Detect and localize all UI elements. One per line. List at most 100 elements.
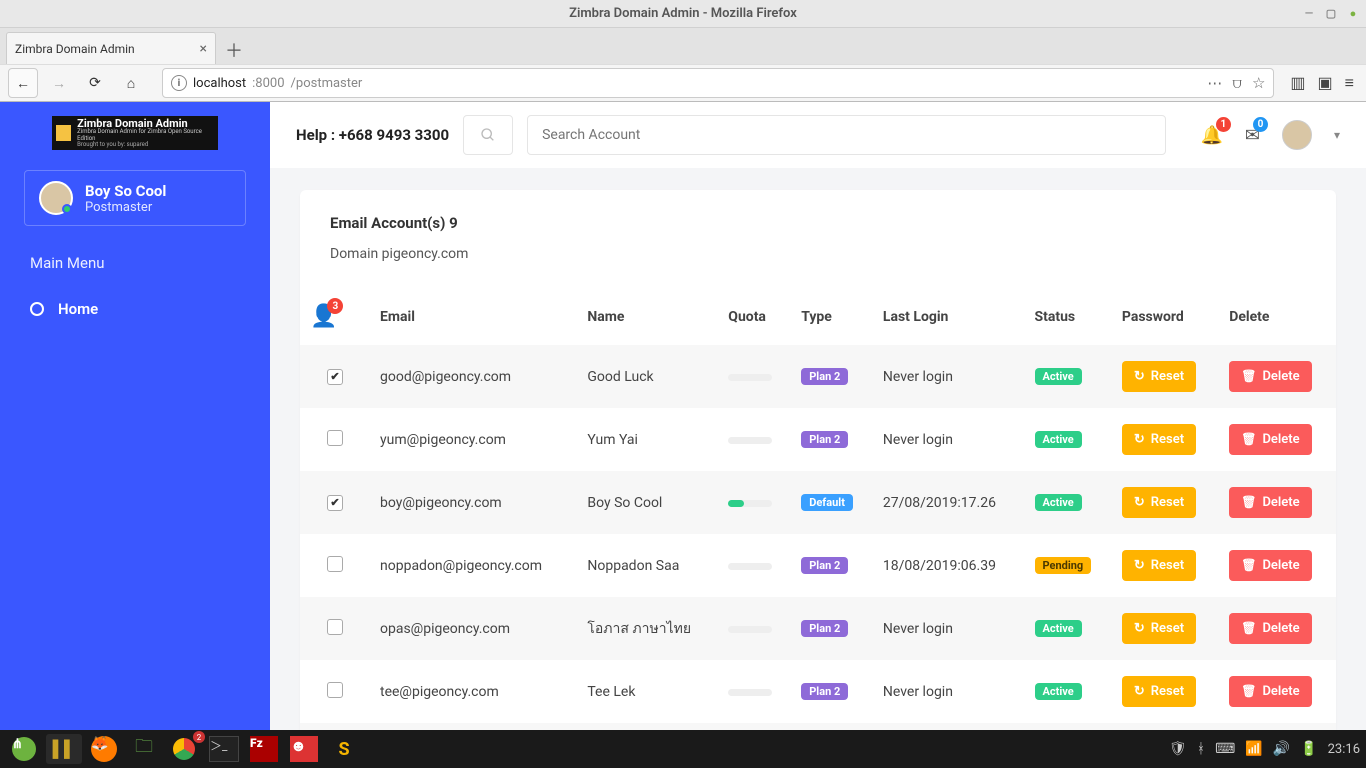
battery-icon[interactable]: 🔋	[1300, 741, 1317, 757]
bookmark-star-icon[interactable]: ☆	[1252, 74, 1265, 92]
new-tab-button[interactable]: ＋	[220, 36, 248, 64]
site-info-icon[interactable]: i	[171, 75, 187, 91]
reset-button[interactable]: Reset	[1122, 613, 1196, 644]
search-input[interactable]	[527, 115, 1166, 155]
row-checkbox[interactable]	[327, 430, 343, 446]
pocket-icon[interactable]: ⩌	[1232, 74, 1242, 92]
table-row: youme@pigeoncy.comYou มีPlan 2Never logi…	[300, 723, 1336, 730]
browser-toolbar: ← → ⟳ ⌂ i localhost:8000/postmaster ⋯ ⩌ …	[0, 64, 1366, 102]
reset-icon	[1134, 558, 1145, 573]
library-icon[interactable]: ▥	[1290, 73, 1305, 93]
trash-icon	[1241, 621, 1256, 636]
tab-close-icon[interactable]: ×	[200, 41, 207, 57]
volume-icon[interactable]: 🔊	[1273, 741, 1290, 757]
user-card[interactable]: Boy So Cool Postmaster	[24, 170, 246, 226]
sublime-icon: S	[338, 739, 349, 760]
keyboard-icon[interactable]: ⌨	[1215, 741, 1235, 757]
taskbar-firefox[interactable]: 🦊	[86, 734, 122, 764]
cell-name: Good Luck	[577, 345, 718, 408]
bluetooth-icon[interactable]: ᚼ	[1197, 741, 1205, 757]
nav-home-button[interactable]: ⌂	[116, 68, 146, 98]
delete-button[interactable]: Delete	[1229, 424, 1311, 455]
chevron-down-icon[interactable]: ▾	[1334, 128, 1340, 142]
sidebar-icon[interactable]: ▣	[1318, 73, 1333, 93]
avatar	[39, 181, 73, 215]
row-checkbox[interactable]	[327, 619, 343, 635]
delete-button[interactable]: Delete	[1229, 613, 1311, 644]
taskbar-terminal[interactable]: ＞_	[206, 734, 242, 764]
taskbar-files[interactable]: ▌▌	[46, 734, 82, 764]
shield-icon[interactable]: 🛡	[1169, 741, 1187, 757]
taskbar-filemanager[interactable]: 🗀	[126, 734, 162, 764]
table-row: boy@pigeoncy.comBoy So CoolDefault27/08/…	[300, 471, 1336, 534]
delete-button[interactable]: Delete	[1229, 361, 1311, 392]
table-row: opas@pigeoncy.comโอภาส ภาษาไทยPlan 2Neve…	[300, 597, 1336, 660]
row-checkbox[interactable]	[327, 556, 343, 572]
hamburger-menu-icon[interactable]: ≡	[1345, 73, 1354, 93]
add-user-button[interactable]: 👤 3	[310, 304, 337, 329]
row-checkbox[interactable]	[327, 369, 343, 385]
page-actions-icon[interactable]: ⋯	[1207, 74, 1222, 92]
reset-button[interactable]: Reset	[1122, 676, 1196, 707]
cell-email: noppadon@pigeoncy.com	[370, 534, 577, 597]
col-delete: Delete	[1219, 288, 1336, 345]
search-button[interactable]	[463, 115, 513, 155]
folder-icon: 🗀	[135, 734, 153, 764]
sidebar-item-home[interactable]: Home	[0, 290, 270, 328]
nav-reload-button[interactable]: ⟳	[80, 68, 110, 98]
cell-quota	[718, 471, 791, 534]
cell-quota	[718, 534, 791, 597]
clock[interactable]: 23:16	[1328, 742, 1360, 757]
window-maximize-icon[interactable]: ▢	[1324, 7, 1338, 21]
card-domain: Domain pigeoncy.com	[330, 246, 1306, 262]
col-type: Type	[791, 288, 873, 345]
taskbar-chrome[interactable]: 2	[166, 734, 202, 764]
table-row: noppadon@pigeoncy.comNoppadon SaaPlan 21…	[300, 534, 1336, 597]
trash-icon	[1241, 369, 1256, 384]
taskbar-sublime[interactable]: S	[326, 734, 362, 764]
filezilla-icon: Fz	[250, 736, 278, 762]
table-row: yum@pigeoncy.comYum YaiPlan 2Never login…	[300, 408, 1336, 471]
cell-type: Plan 2	[791, 534, 873, 597]
cell-email: boy@pigeoncy.com	[370, 471, 577, 534]
url-bar[interactable]: i localhost:8000/postmaster ⋯ ⩌ ☆	[162, 68, 1274, 98]
delete-button[interactable]: Delete	[1229, 550, 1311, 581]
window-minimize-icon[interactable]: —	[1302, 7, 1316, 21]
reset-button[interactable]: Reset	[1122, 361, 1196, 392]
taskbar-filezilla[interactable]: Fz	[246, 734, 282, 764]
cell-name: โอภาส ภาษาไทย	[577, 597, 718, 660]
reset-button[interactable]: Reset	[1122, 424, 1196, 455]
reset-button[interactable]: Reset	[1122, 487, 1196, 518]
taskbar-app-red[interactable]: ☻	[286, 734, 322, 764]
wifi-icon[interactable]: 📶	[1245, 741, 1262, 757]
cell-type: Plan 2	[791, 723, 873, 730]
delete-button[interactable]: Delete	[1229, 676, 1311, 707]
window-titlebar: Zimbra Domain Admin - Mozilla Firefox — …	[0, 0, 1366, 28]
delete-button[interactable]: Delete	[1229, 487, 1311, 518]
row-checkbox[interactable]	[327, 495, 343, 511]
reset-icon	[1134, 369, 1145, 384]
messages-button[interactable]: ✉ 0	[1245, 125, 1260, 146]
brand-logo-icon	[56, 125, 71, 141]
sidebar: Zimbra Domain Admin Zimbra Domain Admin …	[0, 102, 270, 730]
cell-quota	[718, 660, 791, 723]
col-last-login: Last Login	[873, 288, 1025, 345]
nav-back-button[interactable]: ←	[8, 68, 38, 98]
row-checkbox[interactable]	[327, 682, 343, 698]
avatar[interactable]	[1282, 120, 1312, 150]
reset-icon	[1134, 621, 1145, 636]
reset-icon	[1134, 495, 1145, 510]
cell-type: Plan 2	[791, 597, 873, 660]
cell-status: Pending	[1025, 534, 1112, 597]
start-menu-button[interactable]: ⋔	[6, 734, 42, 764]
browser-tab[interactable]: Zimbra Domain Admin ×	[6, 32, 216, 64]
reset-button[interactable]: Reset	[1122, 550, 1196, 581]
col-email: Email	[370, 288, 577, 345]
mail-badge: 0	[1253, 117, 1268, 132]
window-close-icon[interactable]: ●	[1346, 7, 1360, 21]
window-title: Zimbra Domain Admin - Mozilla Firefox	[569, 6, 797, 21]
user-name: Boy So Cool	[85, 182, 166, 200]
notifications-button[interactable]: 🔔 1	[1200, 125, 1222, 146]
table-row: good@pigeoncy.comGood LuckPlan 2Never lo…	[300, 345, 1336, 408]
nav-forward-button[interactable]: →	[44, 68, 74, 98]
